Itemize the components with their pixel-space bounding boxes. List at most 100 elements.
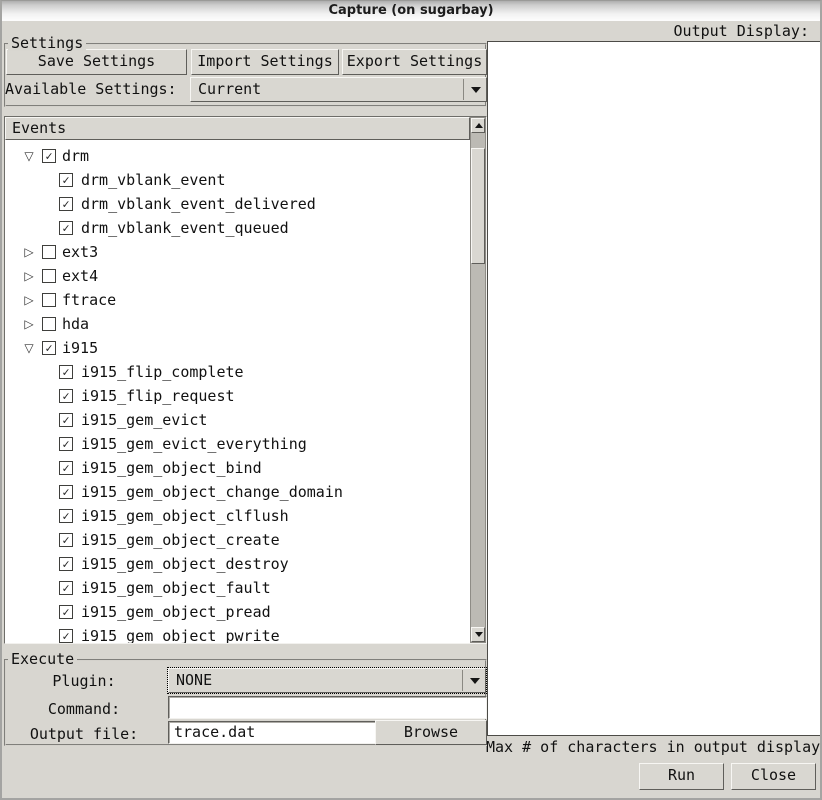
command-label: Command: xyxy=(4,700,164,718)
available-settings-value: Current xyxy=(198,78,261,100)
settings-frame-label: Settings xyxy=(8,35,86,51)
event-tree-row[interactable]: ▷ ext3 xyxy=(5,240,470,264)
save-settings-button[interactable]: Save Settings xyxy=(6,49,187,75)
event-label: i915_gem_object_pwrite xyxy=(81,627,280,643)
event-checkbox[interactable]: ✓ xyxy=(59,629,73,643)
run-button[interactable]: Run xyxy=(639,763,724,790)
event-label: i915_gem_object_bind xyxy=(81,459,262,477)
expander-icon[interactable]: ▽ xyxy=(22,341,36,355)
plugin-dropdown-arrow-icon xyxy=(470,678,480,684)
plugin-dropdown-arrow-zone xyxy=(462,670,485,691)
max-chars-label: Max # of characters in output display xyxy=(486,739,820,756)
event-label: i915_gem_object_fault xyxy=(81,579,271,597)
event-checkbox[interactable]: ✓ xyxy=(59,533,73,547)
event-label: ext4 xyxy=(62,267,98,285)
scroll-up-button[interactable] xyxy=(471,118,485,133)
event-label: i915_gem_evict xyxy=(81,411,207,429)
output-display-textview[interactable] xyxy=(487,41,820,736)
event-label: i915_flip_request xyxy=(81,387,235,405)
titlebar[interactable]: Capture (on sugarbay) xyxy=(2,1,820,21)
event-checkbox[interactable]: ✓ xyxy=(59,581,73,595)
event-tree-row[interactable]: ✓ drm_vblank_event_delivered xyxy=(5,192,470,216)
event-label: i915 xyxy=(62,339,98,357)
event-checkbox[interactable]: ✓ xyxy=(42,341,56,355)
available-settings-combobox[interactable]: Current xyxy=(190,77,487,102)
scroll-down-button[interactable] xyxy=(471,627,485,642)
event-label: i915_flip_complete xyxy=(81,363,244,381)
event-tree-row[interactable]: ✓ i915_gem_object_clflush xyxy=(5,504,470,528)
event-label: i915_gem_object_change_domain xyxy=(81,483,343,501)
event-checkbox[interactable]: ✓ xyxy=(59,437,73,451)
event-tree-row[interactable]: ▽ ✓ drm xyxy=(5,144,470,168)
event-tree-row[interactable]: ✓ drm_vblank_event_queued xyxy=(5,216,470,240)
event-tree-row[interactable]: ✓ drm_vblank_event xyxy=(5,168,470,192)
dropdown-arrow-zone xyxy=(463,79,486,100)
event-label: drm_vblank_event_queued xyxy=(81,219,289,237)
event-tree-row[interactable]: ✓ i915_gem_evict xyxy=(5,408,470,432)
close-button[interactable]: Close xyxy=(731,763,816,790)
command-input[interactable] xyxy=(168,696,487,719)
event-checkbox[interactable] xyxy=(42,269,56,283)
event-tree-row[interactable]: ✓ i915_gem_object_pwrite xyxy=(5,624,470,643)
event-checkbox[interactable]: ✓ xyxy=(59,173,73,187)
events-panel: Events ▽ ✓ drm ✓ drm_vblank_event ✓ drm_… xyxy=(4,116,487,644)
event-label: i915_gem_object_clflush xyxy=(81,507,289,525)
event-label: drm xyxy=(62,147,89,165)
event-label: drm_vblank_event_delivered xyxy=(81,195,316,213)
import-settings-button[interactable]: Import Settings xyxy=(191,49,339,75)
expander-icon[interactable]: ▷ xyxy=(22,269,36,283)
events-list: ▽ ✓ drm ✓ drm_vblank_event ✓ drm_vblank_… xyxy=(5,140,470,643)
event-tree-row[interactable]: ✓ i915_gem_object_bind xyxy=(5,456,470,480)
event-tree-row[interactable]: ✓ i915_gem_object_destroy xyxy=(5,552,470,576)
event-tree-row[interactable]: ✓ i915_flip_complete xyxy=(5,360,470,384)
event-checkbox[interactable]: ✓ xyxy=(59,197,73,211)
event-label: drm_vblank_event xyxy=(81,171,226,189)
events-column-header[interactable]: Events xyxy=(5,117,470,140)
event-checkbox[interactable]: ✓ xyxy=(59,389,73,403)
scrollbar-thumb[interactable] xyxy=(471,148,485,264)
event-tree-row[interactable]: ✓ i915_gem_object_create xyxy=(5,528,470,552)
dropdown-arrow-icon xyxy=(471,87,481,93)
event-checkbox[interactable]: ✓ xyxy=(59,221,73,235)
event-checkbox[interactable]: ✓ xyxy=(59,485,73,499)
expander-icon[interactable]: ▷ xyxy=(22,245,36,259)
event-tree-row[interactable]: ✓ i915_gem_evict_everything xyxy=(5,432,470,456)
event-label: ftrace xyxy=(62,291,116,309)
expander-icon[interactable]: ▷ xyxy=(22,293,36,307)
event-tree-row[interactable]: ▽ ✓ i915 xyxy=(5,336,470,360)
event-checkbox[interactable] xyxy=(42,317,56,331)
event-checkbox[interactable]: ✓ xyxy=(59,557,73,571)
event-tree-row[interactable]: ▷ ext4 xyxy=(5,264,470,288)
event-checkbox[interactable]: ✓ xyxy=(42,149,56,163)
expander-icon[interactable]: ▽ xyxy=(22,149,36,163)
output-file-input[interactable]: trace.dat xyxy=(168,721,376,744)
event-label: i915_gem_object_destroy xyxy=(81,555,289,573)
event-checkbox[interactable]: ✓ xyxy=(59,605,73,619)
event-checkbox[interactable]: ✓ xyxy=(59,461,73,475)
event-checkbox[interactable]: ✓ xyxy=(59,365,73,379)
event-tree-row[interactable]: ▷ ftrace xyxy=(5,288,470,312)
event-label: i915_gem_object_create xyxy=(81,531,280,549)
export-settings-button[interactable]: Export Settings xyxy=(342,49,487,75)
browse-button[interactable]: Browse xyxy=(375,720,487,745)
execute-frame-label: Execute xyxy=(8,651,77,667)
event-tree-row[interactable]: ✓ i915_gem_object_change_domain xyxy=(5,480,470,504)
event-label: hda xyxy=(62,315,89,333)
event-checkbox[interactable]: ✓ xyxy=(59,413,73,427)
event-tree-row[interactable]: ✓ i915_gem_object_fault xyxy=(5,576,470,600)
event-tree-row[interactable]: ✓ i915_gem_object_pread xyxy=(5,600,470,624)
event-checkbox[interactable] xyxy=(42,293,56,307)
output-file-label: Output file: xyxy=(4,725,164,743)
event-tree-row[interactable]: ✓ i915_flip_request xyxy=(5,384,470,408)
plugin-combobox[interactable]: NONE xyxy=(168,668,486,693)
event-label: ext3 xyxy=(62,243,98,261)
event-checkbox[interactable] xyxy=(42,245,56,259)
event-label: i915_gem_evict_everything xyxy=(81,435,307,453)
events-header-label: Events xyxy=(12,119,66,137)
events-scrollbar[interactable] xyxy=(470,117,486,643)
expander-icon[interactable]: ▷ xyxy=(22,317,36,331)
event-tree-row[interactable]: ▷ hda xyxy=(5,312,470,336)
event-checkbox[interactable]: ✓ xyxy=(59,509,73,523)
plugin-label: Plugin: xyxy=(4,672,164,690)
plugin-value: NONE xyxy=(176,669,212,691)
